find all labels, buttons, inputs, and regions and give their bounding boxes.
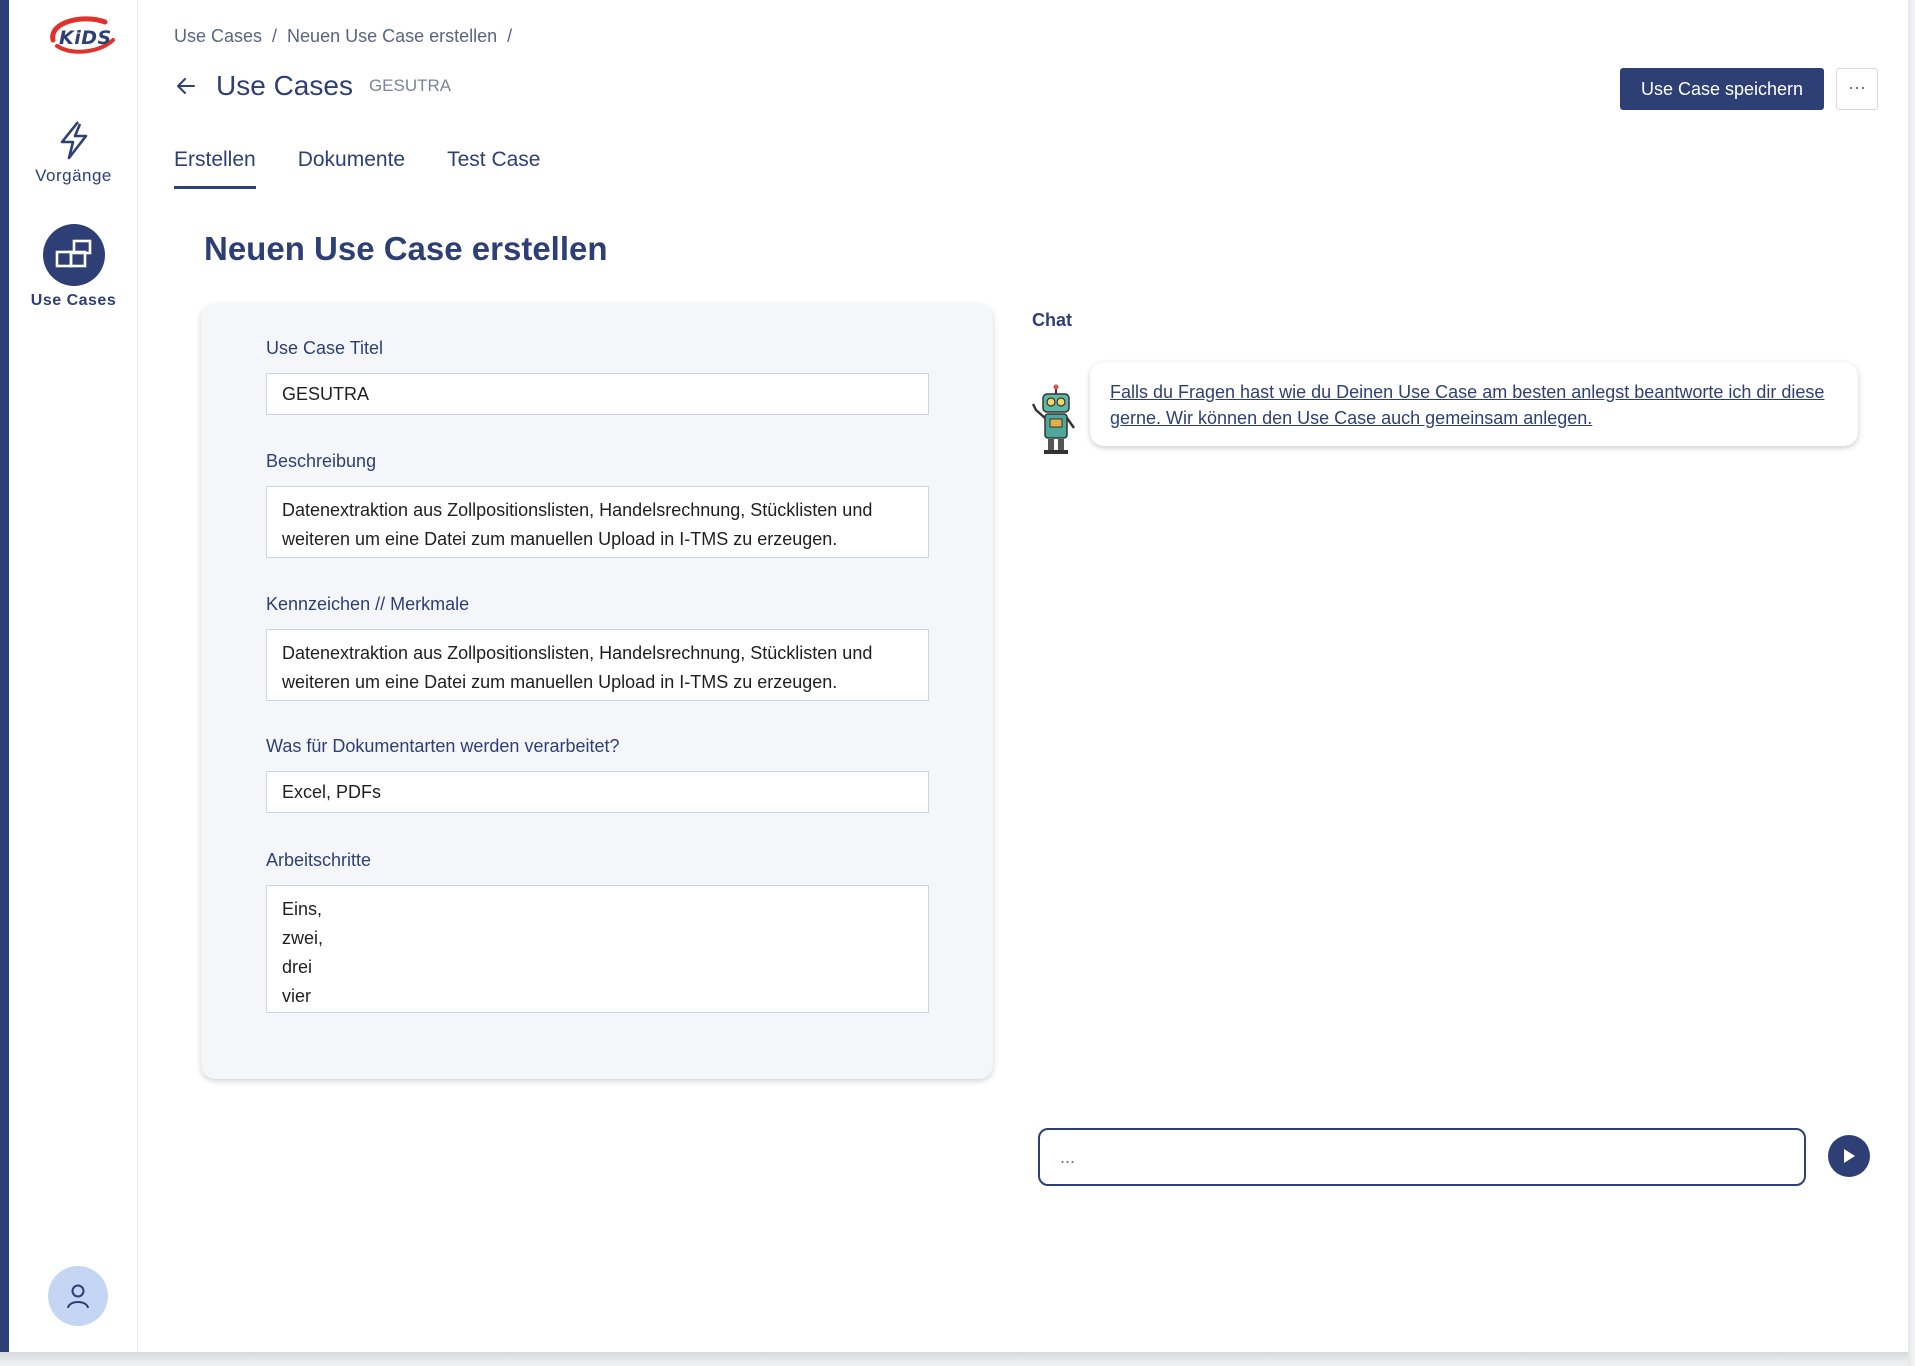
nav-icon-circle <box>42 224 105 286</box>
use-case-form: Use Case Titel GESUTRA Beschreibung Date… <box>201 304 993 1079</box>
kids-logo[interactable]: KiDS <box>43 10 123 62</box>
field-title: Use Case Titel GESUTRA <box>266 338 929 415</box>
field-description: Beschreibung Datenextraktion aus Zollpos… <box>266 451 929 558</box>
breadcrumb-separator: / <box>507 26 513 46</box>
steps-textarea[interactable]: Eins, zwei, drei vier <box>266 885 929 1013</box>
more-options-button[interactable]: ··· <box>1836 68 1878 110</box>
page-title: Use Cases <box>216 70 353 101</box>
app-window: KiDS Vorgänge Use Cases Use Cases / Neue… <box>0 0 1915 1366</box>
breadcrumb: Use Cases / Neuen Use Case erstellen / <box>174 26 512 47</box>
breadcrumb-item-use-cases[interactable]: Use Cases <box>174 26 262 47</box>
sidebar-item-use-cases[interactable]: Use Cases <box>9 224 138 310</box>
field-steps: Arbeitschritte Eins, zwei, drei vier <box>266 850 929 1013</box>
breadcrumb-item-new-use-case[interactable]: Neuen Use Case erstellen <box>287 26 497 47</box>
page-subtitle: GESUTRA <box>368 76 452 95</box>
user-avatar[interactable] <box>48 1266 108 1326</box>
user-icon <box>67 1284 89 1309</box>
field-label: Kennzeichen // Merkmale <box>266 594 470 614</box>
chat-input[interactable] <box>1038 1128 1806 1186</box>
tab-test-case[interactable]: Test Case <box>447 148 540 189</box>
section-title: Neuen Use Case erstellen <box>204 230 608 267</box>
sidebar: KiDS Vorgänge Use Cases <box>9 0 138 1352</box>
tab-erstellen[interactable]: Erstellen <box>174 148 256 189</box>
play-icon <box>1844 1149 1855 1163</box>
blocks-icon <box>55 239 91 268</box>
window-shadow <box>0 1352 1915 1366</box>
send-button[interactable] <box>1828 1135 1870 1177</box>
description-textarea[interactable]: Datenextraktion aus Zollpositionslisten,… <box>266 486 929 558</box>
logo-text: KiDS <box>59 27 112 49</box>
field-doc-types: Was für Dokumentarten werden verarbeitet… <box>266 736 929 813</box>
doc-types-input[interactable]: Excel, PDFs <box>266 771 929 813</box>
window-shadow <box>1908 0 1915 1366</box>
features-textarea[interactable]: Datenextraktion aus Zollpositionslisten,… <box>266 629 929 701</box>
chat-title: Chat <box>1032 310 1072 330</box>
field-label: Was für Dokumentarten werden verarbeitet… <box>266 736 620 756</box>
robot-icon <box>1031 384 1075 454</box>
breadcrumb-separator: / <box>272 26 278 46</box>
tab-dokumente[interactable]: Dokumente <box>298 148 405 189</box>
sidebar-item-label: Vorgänge <box>35 166 112 185</box>
sidebar-item-vorgaenge[interactable]: Vorgänge <box>9 118 138 186</box>
field-label: Beschreibung <box>266 451 377 471</box>
title-input[interactable]: GESUTRA <box>266 373 929 415</box>
field-features: Kennzeichen // Merkmale Datenextraktion … <box>266 594 929 701</box>
page-header: Use Cases GESUTRA <box>174 70 451 102</box>
field-label: Arbeitschritte <box>266 850 372 870</box>
window-edge <box>0 0 9 1355</box>
chat-message-bubble: Falls du Fragen hast wie du Deinen Use C… <box>1090 362 1858 446</box>
tab-bar: Erstellen Dokumente Test Case <box>174 148 540 189</box>
field-label: Use Case Titel <box>266 338 384 358</box>
chat-message-text[interactable]: Falls du Fragen hast wie du Deinen Use C… <box>1110 379 1838 431</box>
sidebar-item-label: Use Cases <box>30 292 117 309</box>
back-arrow-icon[interactable] <box>174 74 198 98</box>
save-use-case-button[interactable]: Use Case speichern <box>1620 68 1824 110</box>
lightning-icon <box>60 121 87 160</box>
